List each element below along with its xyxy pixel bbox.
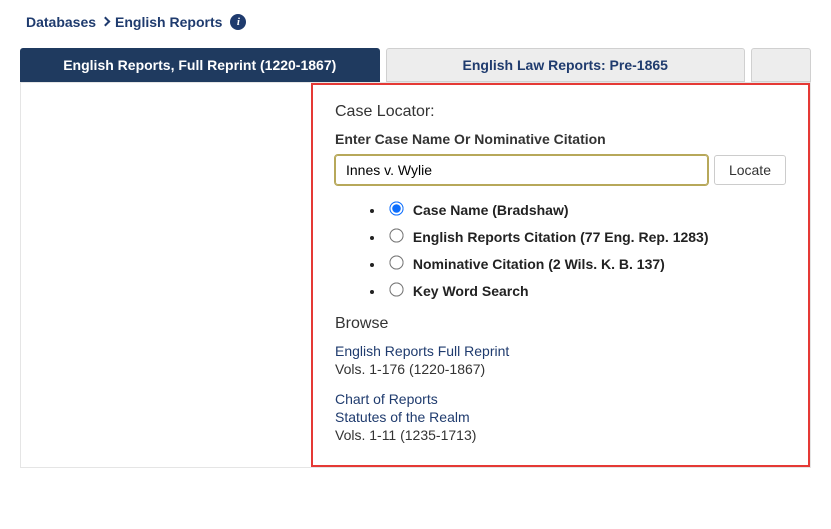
case-name-input[interactable] <box>335 155 708 185</box>
list-item: English Reports Citation (77 Eng. Rep. 1… <box>385 226 786 245</box>
case-locator-heading: Case Locator: <box>335 103 786 121</box>
case-input-row: Locate <box>335 155 786 185</box>
list-item: Case Name (Bradshaw) <box>385 199 786 218</box>
breadcrumb-root-link[interactable]: Databases <box>26 14 96 30</box>
radio-keyword[interactable] <box>389 282 403 296</box>
browse-link-full-reprint[interactable]: English Reports Full Reprint <box>335 343 509 359</box>
tab-pre-1865[interactable]: English Law Reports: Pre-1865 <box>386 48 746 82</box>
left-spacer <box>21 83 311 467</box>
search-type-options: Case Name (Bradshaw) English Reports Cit… <box>335 199 786 299</box>
radio-nominative[interactable] <box>389 255 403 269</box>
info-icon[interactable]: i <box>230 14 246 30</box>
browse-link-statutes[interactable]: Statutes of the Realm <box>335 409 470 425</box>
option-label: Key Word Search <box>413 283 529 299</box>
option-label: English Reports Citation (77 Eng. Rep. 1… <box>413 229 709 245</box>
browse-heading: Browse <box>335 315 786 333</box>
tab-full-reprint[interactable]: English Reports, Full Reprint (1220-1867… <box>20 48 380 82</box>
option-nominative-citation[interactable]: Nominative Citation (2 Wils. K. B. 137) <box>385 256 665 272</box>
browse-item: Chart of Reports <box>335 391 786 407</box>
case-locator-prompt: Enter Case Name Or Nominative Citation <box>335 131 786 147</box>
breadcrumb-current-link[interactable]: English Reports <box>115 14 222 30</box>
radio-case-name[interactable] <box>389 201 403 215</box>
case-locator-panel: Case Locator: Enter Case Name Or Nominat… <box>311 83 810 467</box>
option-label: Case Name (Bradshaw) <box>413 202 569 218</box>
tab-bar: English Reports, Full Reprint (1220-1867… <box>20 48 811 83</box>
option-keyword-search[interactable]: Key Word Search <box>385 283 529 299</box>
browse-meta: Vols. 1-176 (1220-1867) <box>335 361 786 377</box>
locate-button[interactable]: Locate <box>714 155 786 185</box>
option-label: Nominative Citation (2 Wils. K. B. 137) <box>413 256 665 272</box>
list-item: Nominative Citation (2 Wils. K. B. 137) <box>385 253 786 272</box>
content-area: Case Locator: Enter Case Name Or Nominat… <box>20 83 811 468</box>
tab-third[interactable] <box>751 48 811 82</box>
browse-link-chart[interactable]: Chart of Reports <box>335 391 438 407</box>
browse-item: English Reports Full Reprint <box>335 343 786 359</box>
option-er-citation[interactable]: English Reports Citation (77 Eng. Rep. 1… <box>385 229 709 245</box>
browse-item: Statutes of the Realm <box>335 409 786 425</box>
chevron-right-icon <box>101 17 111 27</box>
option-case-name[interactable]: Case Name (Bradshaw) <box>385 202 569 218</box>
list-item: Key Word Search <box>385 280 786 299</box>
browse-meta: Vols. 1-11 (1235-1713) <box>335 427 786 443</box>
radio-er-citation[interactable] <box>389 228 403 242</box>
breadcrumb: Databases English Reports i <box>20 10 811 48</box>
